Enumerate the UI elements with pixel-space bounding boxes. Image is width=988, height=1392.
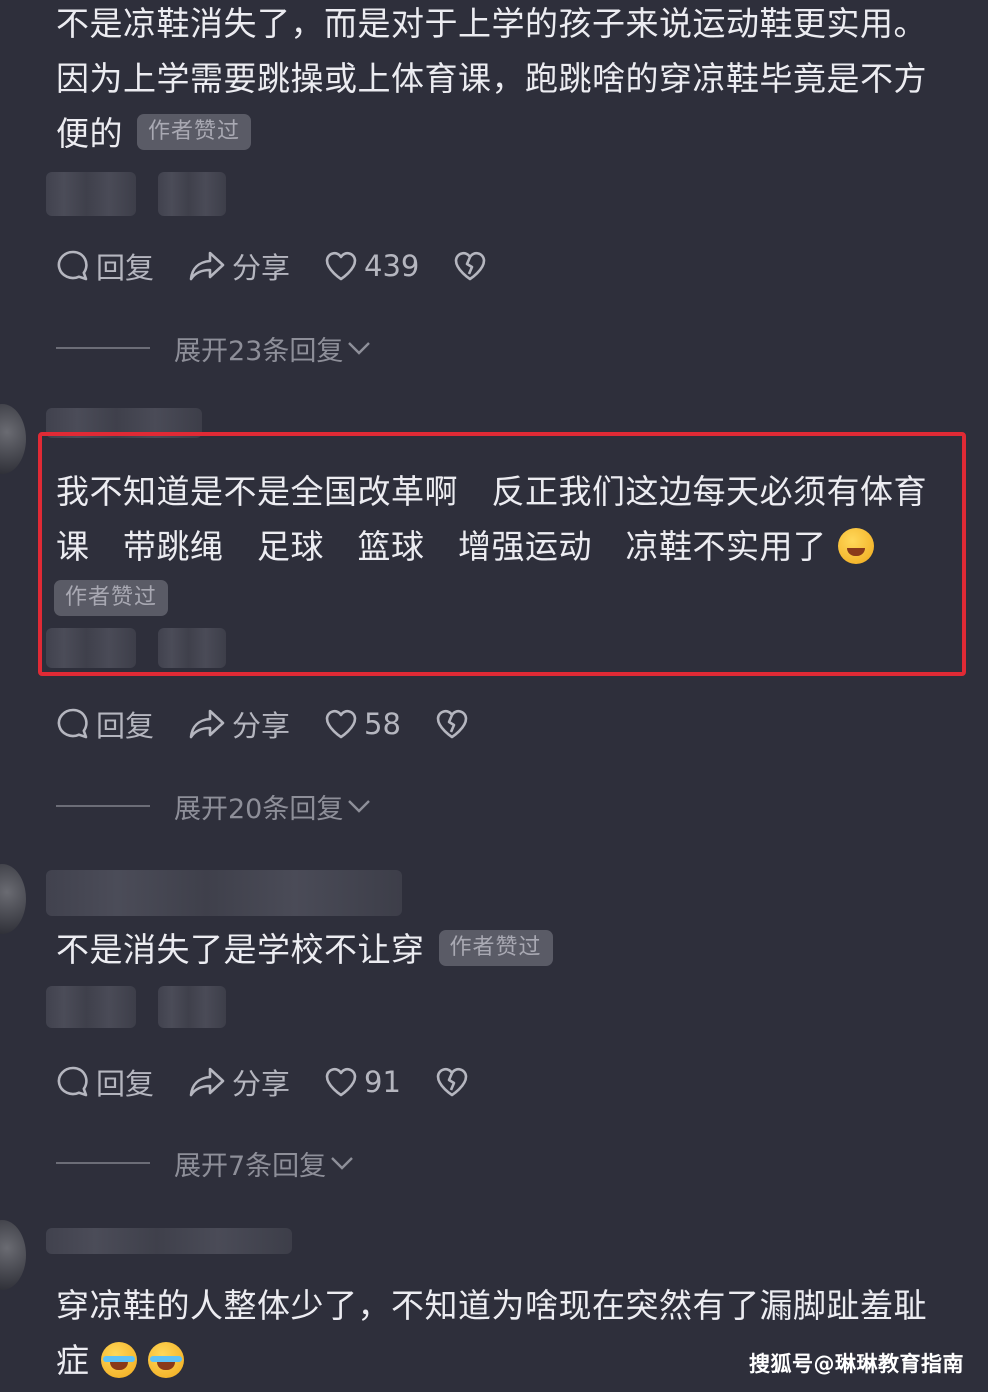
share-arrow-icon (188, 707, 226, 741)
author-liked-badge: 作者赞过 (137, 113, 252, 150)
share-arrow-icon (188, 1065, 226, 1099)
like-count: 58 (364, 707, 401, 741)
action-bar: 回复 分享 439 (56, 246, 527, 286)
chevron-down-icon (347, 340, 371, 356)
heart-icon (324, 708, 358, 740)
like-button[interactable]: 439 (324, 249, 419, 283)
share-button[interactable]: 分享 (188, 703, 290, 745)
chevron-down-icon (347, 798, 371, 814)
reply-button[interactable]: 回复 (56, 245, 154, 287)
action-bar: 回复 分享 91 (56, 1062, 509, 1102)
author-liked-badge: 作者赞过 (438, 929, 553, 966)
watermark: 搜狐号@琳琳教育指南 (749, 1352, 964, 1376)
like-count: 91 (364, 1065, 401, 1099)
like-button[interactable]: 91 (324, 1065, 401, 1099)
reply-bubble-icon (56, 249, 90, 283)
chevron-down-icon (330, 1155, 354, 1171)
broken-heart-icon (453, 250, 487, 282)
share-button[interactable]: 分享 (188, 245, 290, 287)
comment-text: 不是消失了是学校不让穿 作者赞过 (56, 922, 936, 977)
avatar[interactable] (0, 864, 26, 934)
crying-laughing-emoji-icon (100, 1341, 137, 1378)
blurred-meta (46, 172, 136, 216)
share-button[interactable]: 分享 (188, 1061, 290, 1103)
comment-text: 不是凉鞋消失了，而是对于上学的孩子来说运动鞋更实用。因为上学需要跳操或上体育课，… (56, 4, 927, 153)
like-button[interactable]: 58 (324, 707, 401, 741)
reply-bubble-icon (56, 1065, 90, 1099)
blurred-username (46, 870, 402, 916)
expand-replies[interactable]: 展开23条回复 (56, 328, 371, 368)
heart-icon (324, 1066, 358, 1098)
blurred-meta (46, 986, 136, 1028)
crying-laughing-emoji-icon (147, 1341, 184, 1378)
highlight-box (38, 432, 966, 676)
dislike-button[interactable] (435, 1066, 475, 1098)
heart-icon (324, 250, 358, 282)
dislike-button[interactable] (453, 250, 493, 282)
divider-line (56, 805, 150, 807)
reply-button[interactable]: 回复 (56, 703, 154, 745)
avatar[interactable] (0, 1220, 26, 1290)
share-arrow-icon (188, 249, 226, 283)
action-bar: 回复 分享 58 (56, 704, 509, 744)
like-count: 439 (364, 249, 420, 283)
expand-replies[interactable]: 展开7条回复 (56, 1143, 354, 1183)
dislike-button[interactable] (435, 708, 475, 740)
reply-button[interactable]: 回复 (56, 1061, 154, 1103)
blurred-username (46, 1228, 292, 1254)
avatar[interactable] (0, 404, 26, 474)
reply-bubble-icon (56, 707, 90, 741)
broken-heart-icon (435, 1066, 469, 1098)
divider-line (56, 347, 150, 349)
blurred-meta (158, 986, 226, 1028)
divider-line (56, 1162, 150, 1164)
broken-heart-icon (435, 708, 469, 740)
blurred-meta (158, 172, 226, 216)
expand-replies[interactable]: 展开20条回复 (56, 786, 371, 826)
